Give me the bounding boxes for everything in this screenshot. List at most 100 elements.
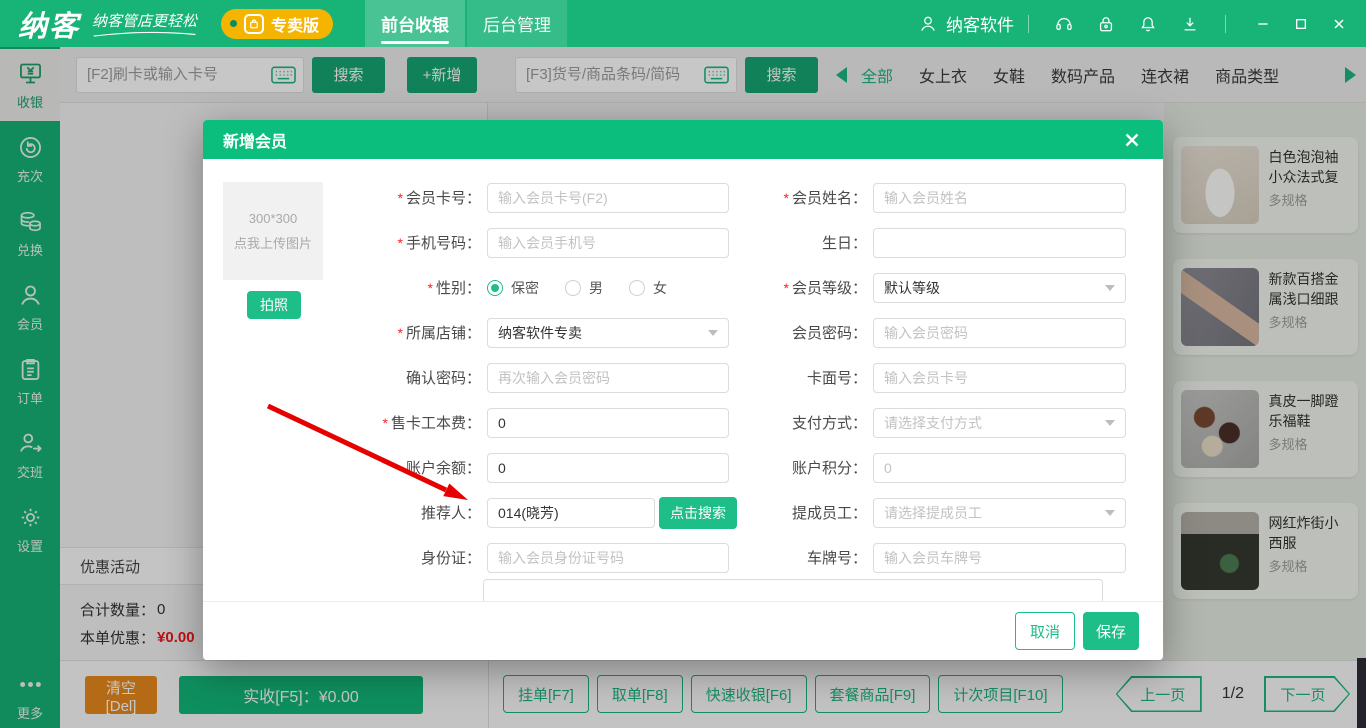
nav-tab[interactable]: 后台管理 (467, 0, 567, 47)
product-spec: 多规格 (1269, 556, 1352, 575)
form-select[interactable]: 请选择支付方式 (873, 408, 1126, 438)
maximize-button[interactable] (1286, 9, 1316, 39)
radio-label: 男 (589, 278, 603, 298)
form-row: 账户余额： (333, 445, 729, 490)
product-search-button[interactable]: 搜索 (745, 57, 818, 93)
edition-badge: 专卖版 (221, 9, 333, 39)
form-input[interactable] (487, 363, 729, 393)
clear-order-button[interactable]: 清空[Del] (85, 676, 157, 714)
sidebar-item[interactable]: 收银 (0, 49, 60, 121)
field-label: *会员卡号： (333, 187, 487, 208)
user-icon (918, 14, 938, 34)
lock-icon[interactable] (1096, 14, 1116, 34)
product-card[interactable]: 真皮一脚蹬乐福鞋 多规格 (1173, 381, 1358, 477)
header-toolbar: 纳客软件 (918, 9, 1354, 39)
checkout-button[interactable]: 实收[F5]：¥0.00 (179, 676, 423, 714)
sidebar-item[interactable]: 兑换 (0, 197, 60, 269)
photo-upload-box[interactable]: 300*300 点我上传图片 (223, 182, 323, 280)
select-value: 纳客软件专卖 (498, 323, 582, 343)
nav-tab[interactable]: 前台收银 (365, 0, 465, 47)
radio-option[interactable]: 女 (629, 278, 667, 298)
sidebar-item[interactable]: 订单 (0, 345, 60, 417)
radio-option[interactable]: 保密 (487, 278, 539, 298)
sidebar: 收银 充次 兑换 会员 订单 交班 设置 更多 (0, 47, 60, 728)
cancel-button[interactable]: 取消 (1015, 612, 1075, 650)
sidebar-item[interactable]: 会员 (0, 271, 60, 343)
select-value: 默认等级 (884, 278, 940, 298)
close-icon[interactable] (1121, 129, 1143, 151)
slogan-swash (92, 31, 197, 38)
sidebar-item[interactable]: 设置 (0, 493, 60, 565)
summary-value: ¥0.00 (157, 629, 195, 646)
sidebar-item-label: 充次 (17, 166, 43, 185)
sidebar-item[interactable]: 充次 (0, 123, 60, 195)
field-label: 生日： (741, 232, 873, 253)
nav-tab-label: 后台管理 (483, 11, 551, 36)
keyboard-icon[interactable] (271, 66, 296, 84)
modal-body: 300*300 点我上传图片 拍照 *会员卡号： *手机号码： *性别： 保密 … (203, 159, 1163, 601)
form-input[interactable] (873, 183, 1126, 213)
headset-icon[interactable] (1054, 14, 1074, 34)
form-select[interactable]: 请选择提成员工 (873, 498, 1126, 528)
prev-page-button[interactable]: 上一页 (1116, 676, 1202, 712)
category-tab[interactable]: 女上衣 (919, 63, 967, 87)
form-input[interactable] (873, 363, 1126, 393)
form-row: 账户积分： (741, 445, 1126, 490)
form-select[interactable]: 纳客软件专卖 (487, 318, 729, 348)
member-search-button[interactable]: 搜索 (312, 57, 385, 93)
search-referrer-button[interactable]: 点击搜索 (659, 497, 737, 529)
select-placeholder: 请选择支付方式 (884, 413, 982, 433)
category-tab[interactable]: 数码产品 (1051, 63, 1115, 87)
product-card[interactable]: 新款百搭金属浅口细跟单鞋 多规格 (1173, 259, 1358, 355)
take-photo-button[interactable]: 拍照 (247, 291, 301, 319)
page-indicator: 1/2 (1222, 685, 1244, 703)
function-button[interactable]: 计次项目[F10] (938, 675, 1062, 713)
minimize-button[interactable] (1248, 9, 1278, 39)
form-input[interactable] (873, 453, 1126, 483)
category-tab[interactable]: 全部 (861, 63, 893, 87)
category-tab[interactable]: 女鞋 (993, 63, 1025, 87)
radio-option[interactable]: 男 (565, 278, 603, 298)
form-input[interactable] (873, 543, 1126, 573)
function-button[interactable]: 快速收银[F6] (691, 675, 807, 713)
field-label: 确认密码： (333, 367, 487, 388)
sidebar-item-more[interactable]: 更多 (0, 666, 60, 726)
save-button[interactable]: 保存 (1083, 612, 1139, 650)
field-label: *手机号码： (333, 232, 487, 253)
account-menu[interactable]: 纳客软件 (918, 11, 1014, 36)
keyboard-icon[interactable] (704, 66, 729, 84)
form-input[interactable] (487, 183, 729, 213)
bell-icon[interactable] (1138, 14, 1158, 34)
member-search-input[interactable] (76, 57, 304, 93)
product-card[interactable]: 白色泡泡袖小众法式复古连 多规格 (1173, 137, 1358, 233)
field-label: 推荐人： (333, 502, 487, 523)
function-button[interactable]: 套餐商品[F9] (815, 675, 931, 713)
form-input[interactable] (487, 543, 729, 573)
close-button[interactable] (1324, 9, 1354, 39)
field-label: 账户积分： (741, 457, 873, 478)
category-scroll-right-icon[interactable] (1345, 67, 1356, 83)
form-input[interactable] (487, 453, 729, 483)
sidebar-item[interactable]: 交班 (0, 419, 60, 491)
form-select[interactable]: 默认等级 (873, 273, 1126, 303)
download-icon[interactable] (1180, 14, 1200, 34)
form-input[interactable] (487, 408, 729, 438)
form-input[interactable] (873, 228, 1126, 258)
category-tab[interactable]: 商品类型 (1215, 63, 1279, 87)
field-label: *会员姓名： (741, 187, 873, 208)
product-card[interactable]: 网红炸街小西服 多规格 (1173, 503, 1358, 599)
category-tabs: 全部 女上衣 女鞋 数码产品 连衣裙 商品类型 (861, 63, 1279, 87)
form-input[interactable] (487, 228, 729, 258)
function-button[interactable]: 取单[F8] (597, 675, 683, 713)
product-spec: 多规格 (1269, 312, 1352, 331)
form-input[interactable] (487, 498, 655, 528)
search-toolbar: 搜索 +新增 搜索 全部 女上衣 女鞋 数码产品 连衣裙 商品类型 (60, 47, 1366, 103)
category-scroll-left-icon[interactable] (836, 67, 847, 83)
next-page-button[interactable]: 下一页 (1264, 676, 1350, 712)
required-asterisk: * (398, 325, 403, 341)
function-button[interactable]: 挂单[F7] (503, 675, 589, 713)
add-member-button[interactable]: +新增 (407, 57, 477, 93)
form-input[interactable] (873, 318, 1126, 348)
clipped-form-input[interactable] (483, 579, 1103, 601)
category-tab[interactable]: 连衣裙 (1141, 63, 1189, 87)
